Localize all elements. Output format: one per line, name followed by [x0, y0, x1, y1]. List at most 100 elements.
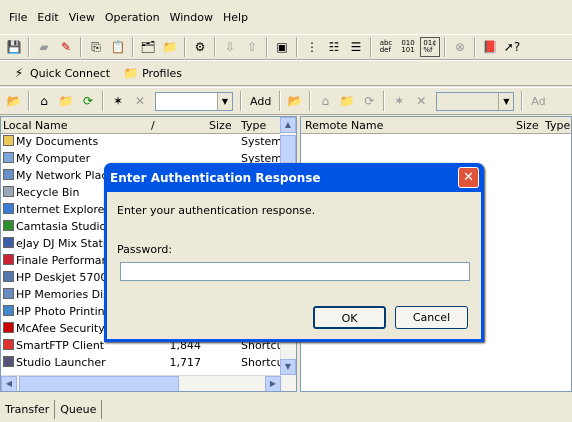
password-field[interactable]: [120, 262, 470, 281]
file-icon: [3, 152, 14, 163]
add-button-remote[interactable]: Ad: [526, 90, 550, 112]
menu-edit[interactable]: Edit: [32, 11, 63, 24]
disconnect-icon[interactable]: ▰: [34, 37, 54, 57]
file-name: Internet Explorer: [16, 203, 109, 216]
home-icon[interactable]: ⌂: [315, 91, 335, 111]
scroll-left-icon[interactable]: ◀: [1, 376, 17, 391]
chevron-down-icon[interactable]: ▼: [217, 92, 232, 110]
col-size[interactable]: Size: [209, 119, 232, 132]
table-row[interactable]: My Documents System: [1, 134, 296, 151]
close-icon[interactable]: ✕: [458, 167, 479, 188]
file-type: System: [241, 135, 283, 148]
pane-toolbar: 📂 ⌂ 📁 ⟳ ✶ ✕ ▼ Add 📂 ⌂ 📁 ⟳ ✶ ✕ ▼ Ad: [0, 87, 572, 115]
file-name: Camtasia Studio 3: [16, 220, 117, 233]
table-row[interactable]: Studio Launcher 1,717 Shortcu: [1, 355, 296, 372]
file-name: SmartFTP Client: [16, 339, 105, 352]
file-type: Shortcu: [241, 356, 284, 369]
home-icon[interactable]: ⌂: [34, 91, 54, 111]
password-label: Password:: [117, 243, 173, 256]
refresh-icon[interactable]: ⟳: [359, 91, 379, 111]
h-scroll-thumb[interactable]: [19, 376, 179, 391]
window-icon[interactable]: ▣: [272, 37, 292, 57]
delete-icon[interactable]: ✕: [411, 91, 431, 111]
menu-window[interactable]: Window: [165, 11, 218, 24]
tab-transfer[interactable]: Transfer: [0, 400, 56, 419]
binary-mode-icon[interactable]: 010 101: [398, 37, 418, 57]
col-local-name[interactable]: Local Name: [3, 119, 67, 132]
col-type[interactable]: Type: [241, 119, 266, 132]
profiles-button[interactable]: 📁 Profiles: [115, 62, 187, 84]
folder-icon: 📁: [123, 66, 139, 80]
dialog-body: Enter your authentication response. Pass…: [107, 192, 481, 339]
menu-view[interactable]: View: [64, 11, 100, 24]
file-name: eJay DJ Mix Statio: [16, 237, 113, 250]
scroll-down-icon[interactable]: ▼: [280, 359, 296, 375]
scroll-right-icon[interactable]: ▶: [265, 376, 281, 391]
file-icon: [3, 237, 14, 248]
folder-edit-icon[interactable]: 📁: [160, 37, 180, 57]
sort-indicator: /: [151, 119, 155, 132]
file-name: HP Deskjet 5700 S: [16, 271, 118, 284]
menu-operation[interactable]: Operation: [100, 11, 165, 24]
folder-icon[interactable]: 📁: [337, 91, 357, 111]
remote-header: Remote Name Size Type: [301, 117, 571, 134]
folder-up-icon[interactable]: 📂: [285, 91, 305, 111]
delete-icon[interactable]: ✕: [130, 91, 150, 111]
refresh-icon[interactable]: ⟳: [78, 91, 98, 111]
file-icon: [3, 339, 14, 350]
help-book-icon[interactable]: 📕: [480, 37, 500, 57]
copy-icon[interactable]: ⎘: [86, 37, 106, 57]
arrow-up-icon[interactable]: ⇧: [242, 37, 262, 57]
add-button[interactable]: Add: [245, 90, 276, 112]
quick-toolbar: ⚡ Quick Connect 📁 Profiles: [0, 60, 572, 86]
new-folder-icon[interactable]: ✶: [389, 91, 409, 111]
file-icon: [3, 169, 14, 180]
file-icon: [3, 254, 14, 265]
auto-mode-icon[interactable]: 01¢ %f: [420, 37, 440, 57]
ok-button[interactable]: OK: [313, 306, 386, 329]
chevron-down-icon[interactable]: ▼: [498, 92, 514, 110]
file-icon: [3, 288, 14, 299]
file-name: McAfee Security C: [16, 322, 116, 335]
quick-connect-icon: ⚡: [14, 66, 24, 80]
remote-path-combo[interactable]: ▼: [436, 91, 515, 111]
file-size: 1,717: [169, 356, 202, 369]
new-folder-icon[interactable]: ✶: [108, 91, 128, 111]
scroll-up-icon[interactable]: ▲: [280, 117, 296, 133]
file-icon: [3, 271, 14, 282]
save-icon[interactable]: 💾: [4, 37, 24, 57]
settings-icon[interactable]: ⚙: [190, 37, 210, 57]
menu-bar: File Edit View Operation Window Help: [0, 0, 572, 36]
file-name: Studio Launcher: [16, 356, 106, 369]
cancel-button[interactable]: Cancel: [395, 306, 468, 329]
folder-icon[interactable]: 📁: [56, 91, 76, 111]
menu-help[interactable]: Help: [218, 11, 253, 24]
col-remote-type[interactable]: Type: [545, 119, 570, 132]
quick-connect-button[interactable]: ⚡ Quick Connect: [3, 62, 115, 84]
file-name: Recycle Bin: [16, 186, 80, 199]
stop-icon[interactable]: ✎: [56, 37, 76, 57]
local-path-combo[interactable]: ▼: [155, 91, 233, 111]
col-remote-name[interactable]: Remote Name: [305, 119, 383, 132]
local-header: Local Name / Size Type: [1, 117, 296, 134]
context-help-icon[interactable]: ➚?: [502, 37, 522, 57]
file-icon: [3, 305, 14, 316]
ascii-mode-icon[interactable]: abc def: [376, 37, 396, 57]
dialog-message: Enter your authentication response.: [117, 204, 316, 217]
main-toolbar: 💾 ▰ ✎ ⎘ 📋 🗂 📁 ⚙ ⇩ ⇧ ▣ ⋮ ☷ ☰ abc def 010 10…: [0, 34, 572, 60]
cancel-icon[interactable]: ⊗: [450, 37, 470, 57]
horizontal-scrollbar[interactable]: ◀ ▶: [1, 375, 281, 391]
list-view-icon[interactable]: ☷: [324, 37, 344, 57]
menu-file[interactable]: File: [4, 11, 32, 24]
tree-view-icon[interactable]: ⋮: [302, 37, 322, 57]
details-view-icon[interactable]: ☰: [346, 37, 366, 57]
col-remote-size[interactable]: Size: [516, 119, 539, 132]
bottom-tabs: Transfer Queue: [0, 400, 572, 422]
profiles-label: Profiles: [142, 66, 183, 80]
arrow-down-icon[interactable]: ⇩: [220, 37, 240, 57]
tab-queue[interactable]: Queue: [55, 400, 103, 419]
folder-sync-icon[interactable]: 🗂: [138, 37, 158, 57]
folder-up-icon[interactable]: 📂: [4, 91, 24, 111]
file-icon: [3, 220, 14, 231]
paste-icon[interactable]: 📋: [108, 37, 128, 57]
